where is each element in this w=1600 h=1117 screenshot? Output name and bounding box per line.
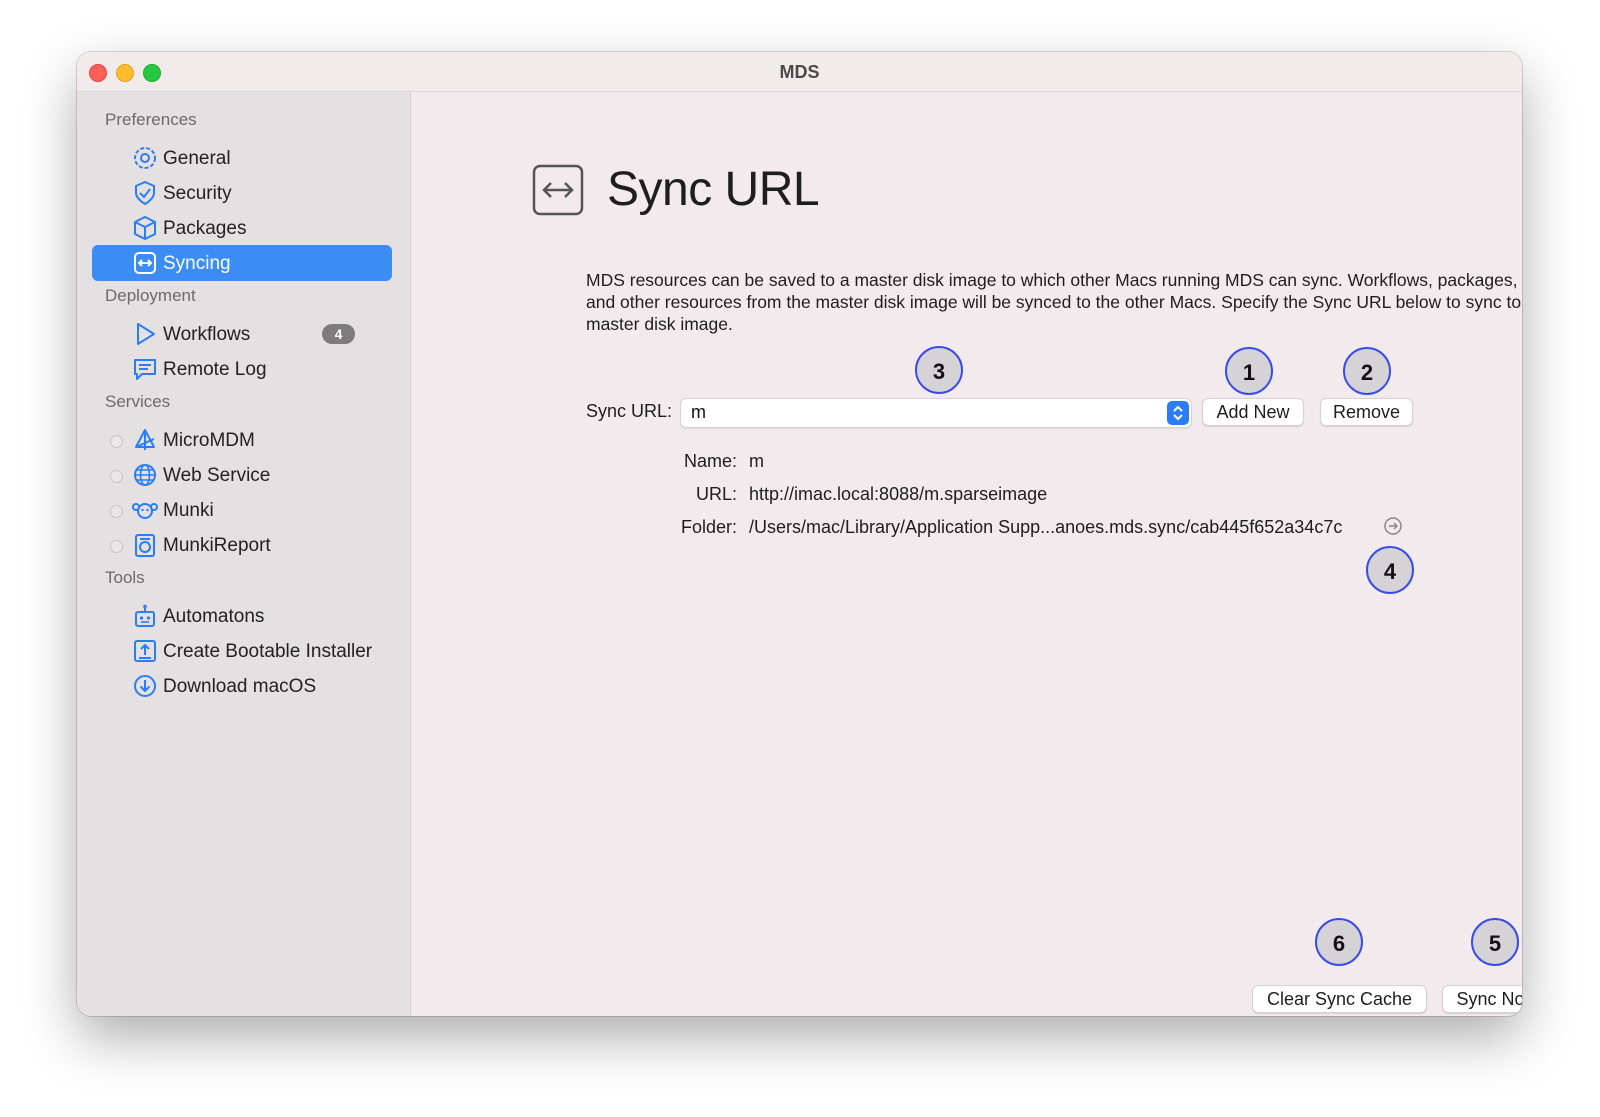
sidebar-item-security[interactable]: Security bbox=[92, 175, 392, 211]
sidebar-item-label: Remote Log bbox=[163, 359, 267, 380]
sidebar-item-label: Automatons bbox=[163, 606, 265, 627]
title-bar: MDS bbox=[77, 52, 1522, 92]
gear-icon bbox=[134, 147, 156, 169]
chevron-up-down-icon[interactable] bbox=[1167, 401, 1189, 425]
add-new-button[interactable]: Add New bbox=[1202, 398, 1304, 426]
sidebar-item-munki[interactable]: Munki bbox=[92, 492, 392, 528]
service-status-indicator bbox=[110, 435, 123, 448]
sidebar-item-label: Security bbox=[163, 183, 232, 204]
page-description: MDS resources can be saved to a master d… bbox=[586, 270, 1522, 334]
shield-check-icon bbox=[135, 180, 155, 206]
package-icon bbox=[134, 215, 156, 241]
callout-badge-3: 3 bbox=[915, 346, 963, 394]
main-content: Sync URL MDS resources can be saved to a… bbox=[411, 92, 1522, 1016]
sidebar: Preferences General Security Packages Sy… bbox=[77, 92, 411, 1016]
sidebar-item-general[interactable]: General bbox=[92, 140, 392, 176]
callout-badge-5: 5 bbox=[1471, 918, 1519, 966]
reveal-in-finder-arrow-icon[interactable] bbox=[1383, 516, 1403, 536]
sync-arrows-icon bbox=[134, 252, 156, 274]
service-status-indicator bbox=[110, 505, 123, 518]
robot-icon bbox=[135, 604, 155, 627]
download-icon bbox=[134, 675, 156, 697]
window-title: MDS bbox=[779, 62, 820, 82]
sync-url-value: m bbox=[691, 402, 706, 422]
callout-badge-2: 2 bbox=[1343, 347, 1391, 395]
workflows-count-badge: 4 bbox=[322, 324, 355, 344]
section-services: Services bbox=[105, 392, 171, 411]
folder-label: Folder: bbox=[680, 517, 737, 537]
remove-button[interactable]: Remove bbox=[1320, 398, 1413, 426]
sidebar-item-download-macos[interactable]: Download macOS bbox=[92, 668, 392, 704]
sidebar-item-packages[interactable]: Packages bbox=[92, 210, 392, 246]
url-value: http://imac.local:8088/m.sparseimage bbox=[749, 484, 1048, 504]
callout-badge-6: 6 bbox=[1315, 918, 1363, 966]
sidebar-item-label: Download macOS bbox=[163, 676, 317, 697]
section-tools: Tools bbox=[105, 568, 145, 587]
page-title: Sync URL bbox=[607, 163, 820, 216]
section-deployment: Deployment bbox=[105, 286, 196, 305]
section-preferences: Preferences bbox=[105, 110, 197, 129]
sync-url-label: Sync URL: bbox=[586, 401, 673, 421]
sidebar-item-label: MicroMDM bbox=[163, 430, 255, 451]
sync-url-combobox[interactable]: m bbox=[680, 398, 1192, 428]
sidebar-item-create-bootable-installer[interactable]: Create Bootable Installer bbox=[92, 633, 392, 669]
sidebar-item-remote-log[interactable]: Remote Log bbox=[92, 351, 392, 387]
clear-sync-cache-button[interactable]: Clear Sync Cache bbox=[1252, 985, 1427, 1013]
upload-drive-icon bbox=[134, 640, 156, 662]
sidebar-item-automatons[interactable]: Automatons bbox=[92, 598, 392, 634]
sidebar-item-syncing[interactable]: Syncing bbox=[92, 245, 392, 281]
sidebar-item-label: MunkiReport bbox=[163, 535, 271, 556]
name-label: Name: bbox=[683, 451, 737, 471]
service-status-indicator bbox=[110, 470, 123, 483]
sidebar-item-label: Syncing bbox=[163, 253, 231, 274]
sidebar-item-label: Web Service bbox=[163, 465, 271, 486]
folder-path-value: /Users/mac/Library/Application Supp...an… bbox=[749, 517, 1343, 537]
munki-icon bbox=[132, 503, 158, 519]
service-status-indicator bbox=[110, 540, 123, 553]
sidebar-item-micromdm[interactable]: MicroMDM bbox=[92, 422, 392, 458]
micromdm-icon bbox=[135, 429, 155, 450]
sync-now-button[interactable]: Sync Now bbox=[1442, 985, 1522, 1013]
sidebar-item-label: Packages bbox=[163, 218, 247, 239]
name-value: m bbox=[749, 451, 764, 471]
sidebar-item-munkireport[interactable]: MunkiReport bbox=[92, 527, 392, 563]
callout-badge-4: 4 bbox=[1366, 546, 1414, 594]
sidebar-item-workflows[interactable]: Workflows 4 bbox=[92, 316, 392, 352]
sidebar-item-web-service[interactable]: Web Service bbox=[92, 457, 392, 493]
globe-icon bbox=[134, 464, 156, 486]
app-window: MDS Preferences General Security Package… bbox=[77, 52, 1522, 1016]
play-icon bbox=[137, 323, 155, 345]
message-log-icon bbox=[134, 359, 156, 380]
sidebar-item-label: Munki bbox=[163, 500, 214, 521]
sidebar-item-label: Create Bootable Installer bbox=[163, 641, 373, 662]
munkireport-icon bbox=[135, 534, 155, 557]
sidebar-item-label: General bbox=[163, 148, 231, 169]
callout-badge-1: 1 bbox=[1225, 347, 1273, 395]
url-label: URL: bbox=[695, 484, 737, 504]
sync-arrows-icon bbox=[532, 164, 584, 216]
sidebar-item-label: Workflows bbox=[163, 324, 251, 345]
